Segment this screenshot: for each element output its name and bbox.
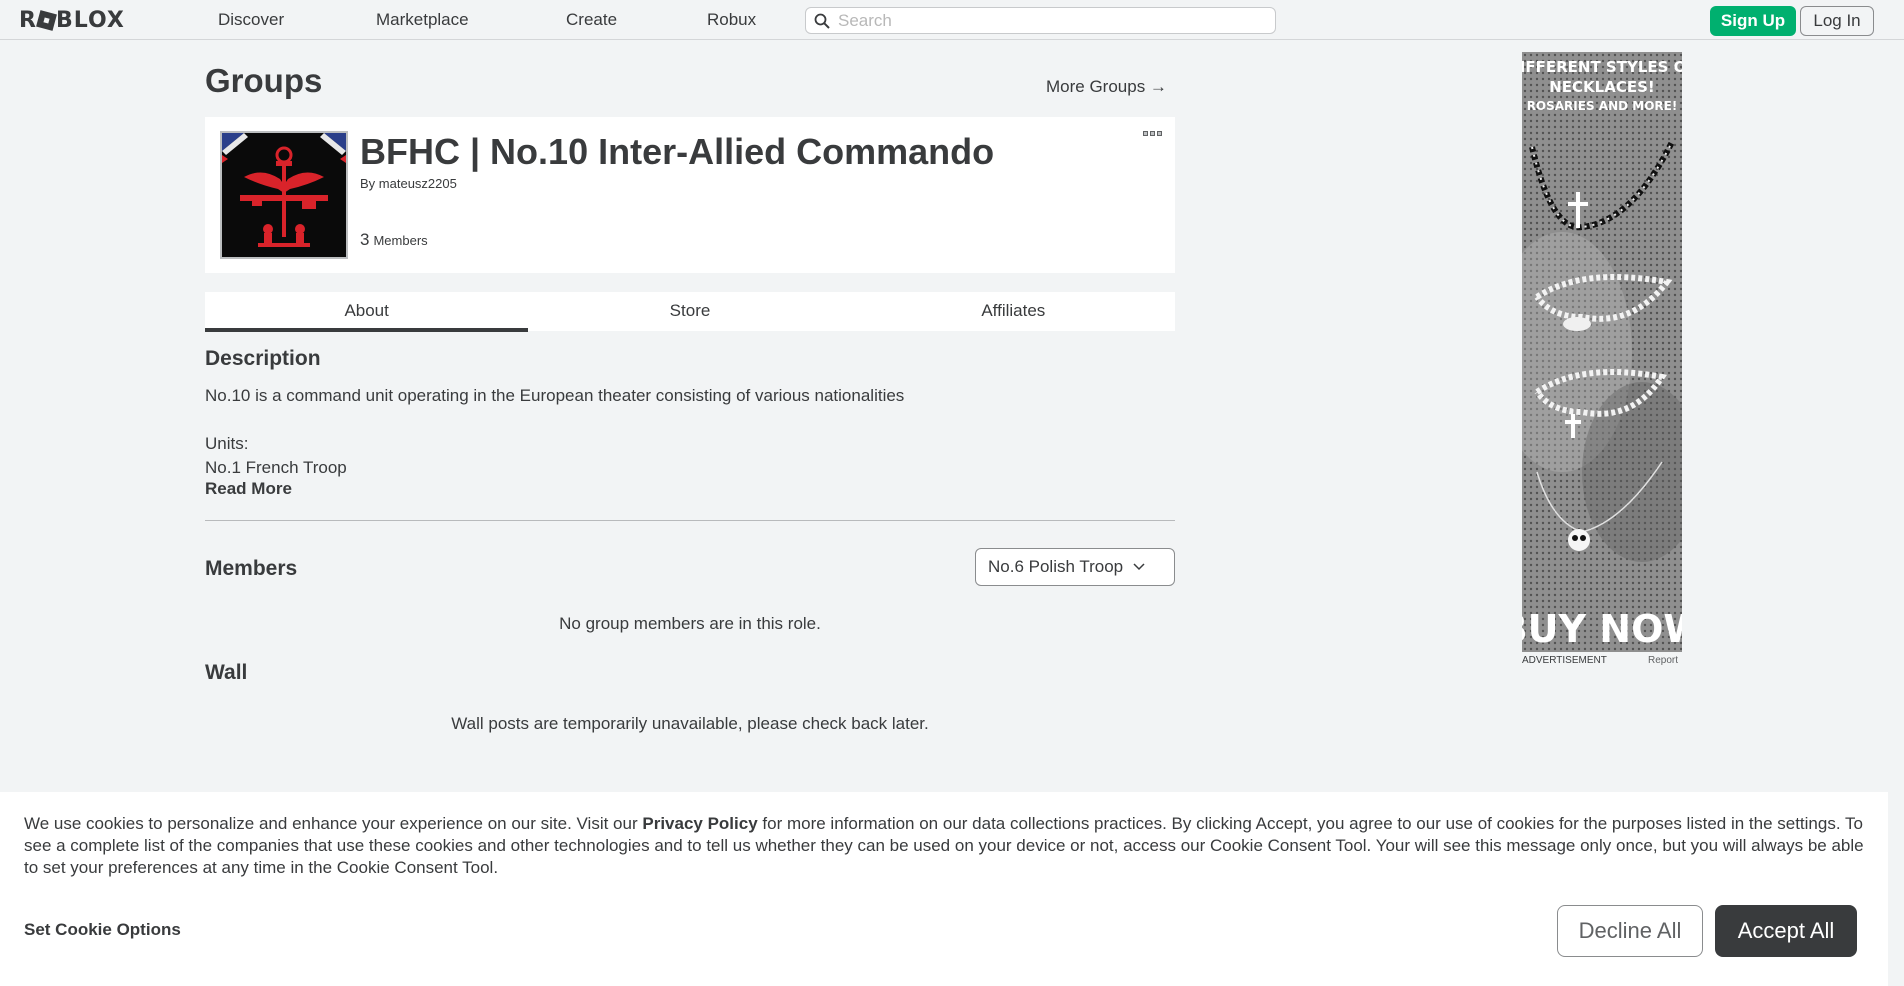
more-groups-link[interactable]: More Groups →	[1046, 77, 1167, 97]
wall-empty-message: Wall posts are temporarily unavailable, …	[451, 714, 929, 733]
ad-headline-1: DIFFERENT STYLES OF	[1522, 58, 1682, 76]
role-dropdown[interactable]: No.6 Polish Troop	[975, 548, 1175, 586]
decline-all-button[interactable]: Decline All	[1557, 905, 1703, 957]
ad-cta: BUY NOW	[1522, 607, 1682, 651]
chevron-down-icon	[1133, 563, 1145, 571]
group-tabs: About Store Affiliates	[205, 292, 1175, 332]
description-text: No.10 is a command unit operating in the…	[205, 386, 905, 477]
tab-store[interactable]: Store	[528, 292, 851, 331]
section-divider	[205, 520, 1175, 521]
ad-headline-3: ROSARIES AND MORE!	[1527, 99, 1678, 113]
search-icon[interactable]	[814, 13, 830, 29]
cookie-text-before: We use cookies to personalize and enhanc…	[24, 814, 643, 833]
necklace-ad-image: DIFFERENT STYLES OF NECKLACES! ROSARIES …	[1522, 52, 1682, 652]
log-in-button[interactable]: Log In	[1800, 6, 1874, 36]
role-dropdown-value: No.6 Polish Troop	[988, 557, 1124, 576]
top-nav: R BLOX Discover Marketplace Create Robux …	[0, 0, 1904, 40]
tab-affiliates[interactable]: Affiliates	[852, 292, 1175, 331]
commando-emblem-icon	[222, 133, 346, 257]
sign-up-button[interactable]: Sign Up	[1710, 6, 1796, 36]
more-dot	[1157, 131, 1162, 136]
ad-headline-2: NECKLACES!	[1549, 78, 1655, 96]
owner-by-label: By	[360, 176, 376, 191]
nav-marketplace[interactable]: Marketplace	[376, 0, 469, 40]
logo-letters-blox: BLOX	[55, 7, 125, 33]
search-input[interactable]	[838, 8, 1268, 33]
advertisement-banner[interactable]: DIFFERENT STYLES OF NECKLACES! ROSARIES …	[1522, 52, 1682, 652]
group-header-card: BFHC | No.10 Inter-Allied Commando By ma…	[205, 117, 1175, 273]
group-owner-line: By mateusz2205	[360, 176, 457, 191]
members-heading: Members	[205, 557, 298, 580]
owner-link[interactable]: mateusz2205	[379, 176, 457, 191]
read-more-link[interactable]: Read More	[205, 479, 292, 499]
member-count: 3 Members	[360, 230, 428, 250]
cookie-banner: We use cookies to personalize and enhanc…	[0, 792, 1888, 986]
members-empty-message: No group members are in this role.	[559, 614, 821, 633]
more-groups-label: More Groups →	[1046, 77, 1167, 96]
more-dot	[1143, 131, 1148, 136]
ad-label: ADVERTISEMENT	[1522, 655, 1607, 666]
logo-o-mark	[36, 9, 57, 31]
nav-create[interactable]: Create	[566, 0, 617, 40]
nav-discover[interactable]: Discover	[218, 0, 284, 40]
member-count-label: Members	[373, 233, 428, 248]
privacy-policy-link[interactable]: Privacy Policy	[642, 814, 757, 833]
description-heading: Description	[205, 347, 321, 370]
group-emblem	[220, 131, 348, 259]
wall-heading: Wall	[205, 661, 248, 684]
tab-about[interactable]: About	[205, 292, 529, 332]
roblox-logo[interactable]: R BLOX	[19, 7, 125, 33]
page-title: Groups	[205, 62, 323, 99]
ad-report-link[interactable]: Report	[1648, 655, 1678, 666]
accept-all-button[interactable]: Accept All	[1715, 905, 1857, 957]
set-cookie-options-button[interactable]: Set Cookie Options	[24, 920, 181, 940]
nav-robux[interactable]: Robux	[707, 0, 756, 40]
more-options-icon[interactable]	[1143, 131, 1163, 139]
member-count-value: 3	[360, 230, 370, 249]
logo-letter-r: R	[19, 7, 37, 33]
cookie-message: We use cookies to personalize and enhanc…	[24, 813, 1870, 879]
search-box	[805, 7, 1276, 34]
group-name: BFHC | No.10 Inter-Allied Commando	[360, 131, 995, 172]
more-dot	[1150, 131, 1155, 136]
